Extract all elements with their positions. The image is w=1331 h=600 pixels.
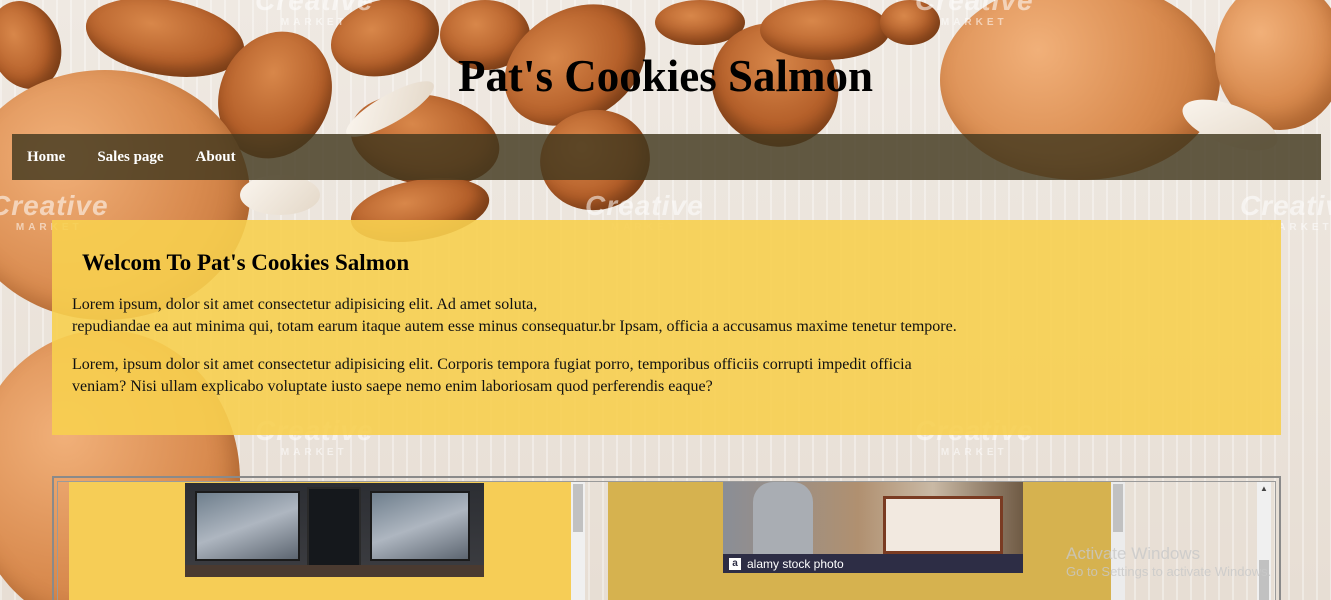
paragraph-1-line-1: Lorem ipsum, dolor sit amet consectetur … (72, 296, 538, 313)
welcome-paragraph-2: Lorem, ipsum dolor sit amet consectetur … (72, 354, 1261, 398)
alamy-logo-icon: a (729, 557, 741, 570)
scroll-up-arrow-icon[interactable]: ▲ (1260, 484, 1268, 493)
market-stall-photo: a alamy stock photo (723, 482, 1023, 573)
activate-windows-title: Activate Windows (1066, 544, 1201, 563)
nav-sales-page-link[interactable]: Sales page (97, 149, 163, 166)
watermark: CreativeMARKET (255, 0, 374, 28)
card-2-scrollbar[interactable] (1111, 482, 1125, 600)
shop-front-photo (185, 483, 484, 577)
activate-windows-notice: Activate Windows Go to Settings to activ… (1066, 544, 1271, 579)
activate-windows-subtitle: Go to Settings to activate Windows. (1066, 564, 1272, 579)
welcome-panel: Welcom To Pat's Cookies Salmon Lorem ips… (52, 220, 1281, 435)
paragraph-2-line-2: veniam? Nisi ullam explicabo voluptate i… (72, 378, 713, 395)
nav-home-link[interactable]: Home (27, 149, 65, 166)
card-1-scroll-thumb[interactable] (573, 484, 583, 532)
paragraph-1-line-2: repudiandae ea aut minima qui, totam ear… (72, 318, 957, 335)
photo-credit-bar: a alamy stock photo (723, 554, 1023, 573)
welcome-paragraph-1: Lorem ipsum, dolor sit amet consectetur … (72, 294, 1261, 338)
site-title: Pat's Cookies Salmon (457, 51, 874, 101)
photo-credit-text: alamy stock photo (747, 556, 844, 571)
paragraph-2-line-1: Lorem, ipsum dolor sit amet consectetur … (72, 356, 912, 373)
welcome-heading: Welcom To Pat's Cookies Salmon (82, 250, 410, 275)
card-2-scroll-thumb[interactable] (1113, 484, 1123, 532)
nav-about-link[interactable]: About (196, 149, 236, 166)
main-navbar: Home Sales page About (12, 134, 1321, 180)
watermark: CreativeMARKET (915, 0, 1034, 28)
gallery-scrollbar[interactable]: ▲ (1257, 482, 1271, 600)
card-1-scrollbar[interactable] (571, 482, 585, 600)
